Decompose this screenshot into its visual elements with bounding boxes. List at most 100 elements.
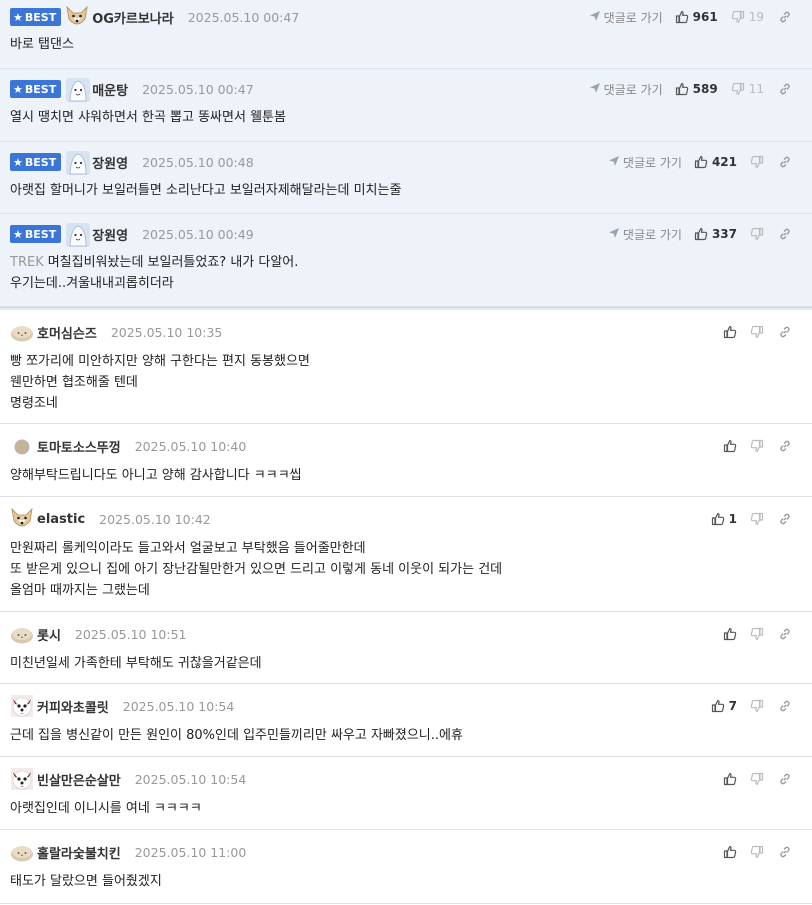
nickname[interactable]: 장원영	[92, 225, 128, 244]
avatar[interactable]	[65, 5, 89, 29]
dislike-button[interactable]	[750, 772, 764, 786]
thumbs-down-icon	[750, 772, 764, 786]
nickname[interactable]: 토마토소스뚜껑	[37, 437, 121, 456]
comment-date: 2025.05.10 00:49	[142, 226, 254, 242]
link-icon[interactable]	[778, 845, 792, 859]
send-arrow-icon	[589, 10, 604, 25]
link-icon[interactable]	[778, 772, 792, 786]
star-icon: ★	[13, 10, 23, 24]
dislike-button[interactable]	[750, 627, 764, 641]
link-icon[interactable]	[778, 699, 792, 713]
comment-actions	[723, 842, 792, 862]
like-button[interactable]: 421	[694, 155, 737, 169]
dislike-button[interactable]	[750, 325, 764, 339]
comment-body: 바로 탭댄스	[10, 34, 802, 55]
thumbs-down-icon	[750, 512, 764, 526]
comment: 커피와초콜릿 2025.05.10 10:54 7 근데 집을 병신같이 만든 원인이…	[0, 684, 812, 757]
comment-header: 롯시 2025.05.10 10:51	[10, 624, 802, 644]
link-icon[interactable]	[778, 155, 792, 169]
nickname[interactable]: 매운탕	[92, 80, 128, 99]
dislike-button[interactable]	[750, 845, 764, 859]
thumbs-up-icon	[723, 845, 737, 859]
nickname[interactable]: 홀랄라숯불치킨	[37, 843, 121, 862]
dislike-button[interactable]	[750, 227, 764, 241]
avatar[interactable]	[10, 320, 34, 344]
link-icon[interactable]	[778, 10, 792, 24]
thumbs-up-icon	[694, 155, 708, 169]
goto-comment-link[interactable]: 댓글로 가기	[589, 9, 663, 26]
comment-header: ★ BEST OG카르보나라 2025.05.10 00:47 댓글로 가기 961 19	[10, 5, 802, 29]
comment-date: 2025.05.10 10:40	[134, 438, 247, 454]
like-button[interactable]	[723, 845, 737, 859]
best-badge-label: BEST	[24, 82, 57, 96]
thumbs-up-icon	[675, 82, 689, 96]
thumbs-up-icon	[711, 512, 725, 526]
comment-actions: 7	[711, 696, 792, 716]
nickname[interactable]: 롯시	[37, 625, 61, 644]
avatar[interactable]	[65, 150, 91, 175]
comment-actions	[723, 436, 792, 456]
comment: 롯시 2025.05.10 10:51 미친년일세 가족한테 부탁해도 귀찮을거같은…	[0, 612, 812, 684]
avatar[interactable]	[65, 222, 91, 247]
link-icon[interactable]	[778, 627, 792, 641]
best-comment: ★ BEST 장원영 2025.05.10 00:49 댓글로 가기 337 TREK 며칠집…	[0, 214, 812, 307]
goto-comment-link[interactable]: 댓글로 가기	[608, 154, 682, 171]
like-count: 1	[728, 512, 737, 526]
comment-line: 명령조네	[10, 396, 58, 411]
dislike-button[interactable]: 19	[731, 10, 764, 24]
nickname[interactable]: OG카르보나라	[92, 8, 174, 27]
link-icon[interactable]	[778, 512, 792, 526]
comment-header: ★ BEST 매운탕 2025.05.10 00:47 댓글로 가기 589 11	[10, 77, 802, 102]
comment-header: ★ BEST 장원영 2025.05.10 00:49 댓글로 가기 337	[10, 222, 802, 247]
like-button[interactable]: 7	[711, 699, 737, 713]
link-icon[interactable]	[778, 439, 792, 453]
nickname[interactable]: 호머심슨즈	[37, 323, 97, 342]
avatar[interactable]	[10, 434, 34, 458]
link-icon[interactable]	[778, 325, 792, 339]
comment-header: 빈살만은순살만 2025.05.10 10:54	[10, 767, 802, 791]
avatar[interactable]	[65, 77, 91, 102]
avatar[interactable]	[10, 507, 34, 531]
avatar[interactable]	[10, 622, 34, 646]
goto-comment-link[interactable]: 댓글로 가기	[589, 81, 663, 98]
thumbs-up-icon	[723, 772, 737, 786]
dislike-button[interactable]: 11	[731, 82, 764, 96]
like-button[interactable]	[723, 627, 737, 641]
comment-actions: 댓글로 가기 961 19	[589, 7, 792, 27]
comment-date: 2025.05.10 11:00	[134, 844, 247, 860]
avatar[interactable]	[10, 694, 34, 718]
goto-comment-link[interactable]: 댓글로 가기	[608, 226, 682, 243]
avatar[interactable]	[10, 767, 34, 791]
nickname[interactable]: 장원영	[92, 153, 128, 172]
like-button[interactable]	[723, 772, 737, 786]
goto-comment-label: 댓글로 가기	[603, 10, 663, 25]
like-count: 589	[692, 82, 718, 96]
best-badge: ★ BEST	[10, 8, 62, 26]
comment: elastic 2025.05.10 10:42 1 만원짜리 롤케익이라도 들고와서…	[0, 497, 812, 612]
like-button[interactable]	[723, 439, 737, 453]
like-button[interactable]: 961	[675, 10, 718, 24]
thumbs-down-icon	[750, 699, 764, 713]
comment-line: 아랫집 할머니가 보일러틀면 소리난다고 보일러자제해달라는데 미치는줄	[10, 183, 402, 198]
nickname[interactable]: 빈살만은순살만	[37, 770, 121, 789]
best-comment: ★ BEST OG카르보나라 2025.05.10 00:47 댓글로 가기 961 19 바…	[0, 0, 812, 69]
send-arrow-icon	[608, 227, 623, 242]
like-button[interactable]	[723, 325, 737, 339]
nickname[interactable]: 커피와초콜릿	[37, 697, 109, 716]
dislike-button[interactable]	[750, 155, 764, 169]
comment: 호머심슨즈 2025.05.10 10:35 빵 쪼가리에 미안하지만 양해 구한다…	[0, 310, 812, 424]
dislike-button[interactable]	[750, 439, 764, 453]
reply-target[interactable]: TREK	[10, 255, 44, 270]
like-button[interactable]: 589	[675, 82, 718, 96]
comment-date: 2025.05.10 00:48	[142, 154, 254, 170]
like-button[interactable]: 337	[694, 227, 737, 241]
comment-line: 미친년일세 가족한테 부탁해도 귀찮을거같은데	[10, 656, 262, 671]
link-icon[interactable]	[778, 227, 792, 241]
dislike-button[interactable]	[750, 512, 764, 526]
dislike-button[interactable]	[750, 699, 764, 713]
comment-actions	[723, 624, 792, 644]
like-button[interactable]: 1	[711, 512, 737, 526]
nickname[interactable]: elastic	[37, 512, 85, 527]
link-icon[interactable]	[778, 82, 792, 96]
avatar[interactable]	[10, 840, 34, 864]
